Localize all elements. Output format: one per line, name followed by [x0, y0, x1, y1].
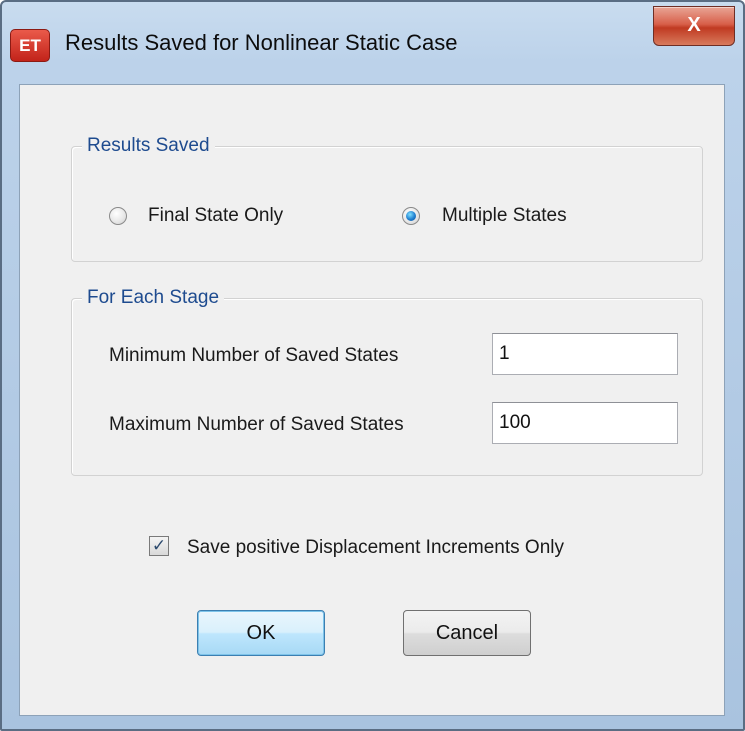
- min-saved-states-label: Minimum Number of Saved States: [109, 345, 399, 366]
- for-each-stage-label: For Each Stage: [82, 287, 225, 309]
- cancel-button[interactable]: Cancel: [403, 610, 531, 656]
- title-bar[interactable]: ET Results Saved for Nonlinear Static Ca…: [2, 2, 743, 84]
- multiple-states-radio[interactable]: [402, 207, 420, 225]
- results-saved-group: [71, 146, 703, 262]
- min-saved-states-input[interactable]: [492, 333, 678, 375]
- app-icon: ET: [10, 29, 50, 62]
- ok-button[interactable]: OK: [197, 610, 325, 656]
- multiple-states-label[interactable]: Multiple States: [442, 205, 567, 227]
- results-saved-label: Results Saved: [82, 135, 215, 157]
- dialog-body: Results Saved Final State Only Multiple …: [19, 84, 725, 716]
- close-button[interactable]: X: [653, 6, 735, 46]
- dialog-title: Results Saved for Nonlinear Static Case: [65, 30, 458, 55]
- max-saved-states-label: Maximum Number of Saved States: [109, 414, 404, 435]
- dialog-window: ET Results Saved for Nonlinear Static Ca…: [0, 0, 745, 731]
- save-positive-checkbox[interactable]: ✓: [149, 536, 169, 556]
- max-saved-states-input[interactable]: [492, 402, 678, 444]
- save-positive-label[interactable]: Save positive Displacement Increments On…: [187, 537, 564, 559]
- final-state-only-label[interactable]: Final State Only: [148, 205, 283, 227]
- final-state-only-radio[interactable]: [109, 207, 127, 225]
- for-each-stage-group: [71, 298, 703, 476]
